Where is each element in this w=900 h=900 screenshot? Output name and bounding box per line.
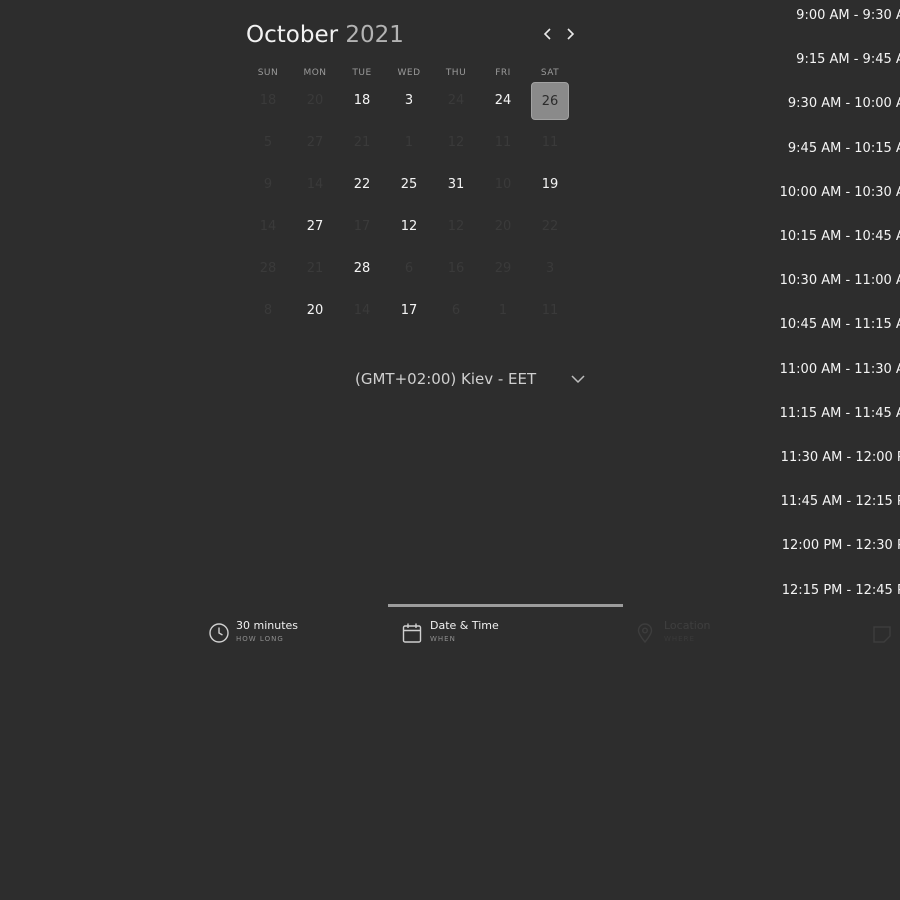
calendar-month: October xyxy=(246,22,339,48)
unavailable-day: 11 xyxy=(494,135,512,150)
available-day[interactable]: 3 xyxy=(390,82,428,120)
note-icon xyxy=(873,626,891,643)
weekday-label-wed: WED xyxy=(397,68,421,78)
time-slot[interactable]: 10:45 AM - 11:15 AM xyxy=(756,314,900,336)
time-slot[interactable]: 11:30 AM - 12:00 PM xyxy=(756,447,900,469)
weekday-label-sun: SUN xyxy=(257,68,279,78)
step-duration-title: 30 minutes xyxy=(236,619,299,632)
available-day[interactable]: 25 xyxy=(390,166,428,204)
time-slot[interactable]: 9:00 AM - 9:30 AM xyxy=(756,5,900,27)
unavailable-day: 11 xyxy=(541,135,559,150)
time-slot[interactable]: 9:15 AM - 9:45 AM xyxy=(756,49,900,71)
unavailable-day: 21 xyxy=(353,135,371,150)
time-slot[interactable]: 11:45 AM - 12:15 PM xyxy=(756,491,900,513)
available-day[interactable]: 31 xyxy=(437,166,475,204)
location-pin-icon xyxy=(637,623,653,644)
calendar-icon xyxy=(402,623,422,643)
available-day[interactable]: 24 xyxy=(484,82,522,120)
step-location-subtitle: WHERE xyxy=(664,635,695,643)
weekday-label-mon: MON xyxy=(303,68,327,78)
unavailable-day: 28 xyxy=(259,261,277,276)
unavailable-day: 22 xyxy=(541,219,559,234)
next-month-button[interactable] xyxy=(562,26,578,42)
weekday-label-fri: FRI xyxy=(495,68,511,78)
unavailable-day: 12 xyxy=(447,135,465,150)
unavailable-day: 24 xyxy=(447,93,465,108)
time-slot[interactable]: 11:15 AM - 11:45 AM xyxy=(756,403,900,425)
available-day[interactable]: 17 xyxy=(390,292,428,330)
chevron-right-icon xyxy=(567,28,575,40)
chevron-down-icon xyxy=(571,375,585,384)
timezone-label: (GMT+02:00) Kiev - EET xyxy=(355,370,537,388)
unavailable-day: 18 xyxy=(259,93,277,108)
calendar-title: October 2021 xyxy=(246,20,404,50)
timezone-select[interactable]: (GMT+02:00) Kiev - EET xyxy=(355,368,590,392)
unavailable-day: 27 xyxy=(306,135,324,150)
time-slot[interactable]: 10:30 AM - 11:00 AM xyxy=(756,270,900,292)
clock-icon xyxy=(209,623,229,643)
unavailable-day: 5 xyxy=(263,135,273,150)
time-slot[interactable]: 9:45 AM - 10:15 AM xyxy=(756,138,900,160)
selected-day[interactable]: 26 xyxy=(531,82,569,120)
weekday-label-sat: SAT xyxy=(540,68,560,78)
time-slot[interactable]: 9:30 AM - 10:00 AM xyxy=(756,93,900,115)
available-day[interactable]: 18 xyxy=(343,82,381,120)
unavailable-day: 1 xyxy=(404,135,414,150)
time-slot[interactable]: 12:00 PM - 12:30 PM xyxy=(756,535,900,557)
unavailable-day: 9 xyxy=(263,177,273,192)
unavailable-day: 6 xyxy=(404,261,414,276)
unavailable-day: 1 xyxy=(498,303,508,318)
unavailable-day: 10 xyxy=(494,177,512,192)
available-day[interactable]: 28 xyxy=(343,250,381,288)
unavailable-day: 11 xyxy=(541,303,559,318)
scheduler-page: October 2021 SUN MON TUE WED THU FRI SAT 18 20 1… xyxy=(0,0,900,900)
unavailable-day: 12 xyxy=(447,219,465,234)
step-location-title: Location xyxy=(664,619,711,632)
weekday-label-thu: THU xyxy=(445,68,467,78)
unavailable-day: 21 xyxy=(306,261,324,276)
weekday-label-tue: TUE xyxy=(352,68,372,78)
chevron-left-icon xyxy=(543,28,551,40)
time-slot[interactable]: 10:00 AM - 10:30 AM xyxy=(756,182,900,204)
unavailable-day: 16 xyxy=(447,261,465,276)
step-date-time-subtitle: WHEN xyxy=(430,635,456,643)
unavailable-day: 29 xyxy=(494,261,512,276)
time-slot[interactable]: 10:15 AM - 10:45 AM xyxy=(756,226,900,248)
available-day[interactable]: 12 xyxy=(390,208,428,246)
unavailable-day: 14 xyxy=(353,303,371,318)
previous-month-button[interactable] xyxy=(540,26,556,42)
unavailable-day: 17 xyxy=(353,219,371,234)
step-date-time-title: Date & Time xyxy=(430,619,499,632)
time-slot[interactable]: 11:00 AM - 11:30 AM xyxy=(756,359,900,381)
time-slot[interactable]: 12:15 PM - 12:45 PM xyxy=(756,580,900,602)
calendar-year: 2021 xyxy=(345,22,404,48)
available-day[interactable]: 22 xyxy=(343,166,381,204)
available-day[interactable]: 27 xyxy=(296,208,334,246)
active-step-underline xyxy=(388,604,623,607)
unavailable-day: 20 xyxy=(306,93,324,108)
unavailable-day: 14 xyxy=(306,177,324,192)
unavailable-day: 6 xyxy=(451,303,461,318)
unavailable-day: 3 xyxy=(545,261,555,276)
available-day[interactable]: 20 xyxy=(296,292,334,330)
step-duration-subtitle: HOW LONG xyxy=(236,635,284,643)
unavailable-day: 14 xyxy=(259,219,277,234)
unavailable-day: 20 xyxy=(494,219,512,234)
available-day[interactable]: 19 xyxy=(531,166,569,204)
unavailable-day: 8 xyxy=(263,303,273,318)
